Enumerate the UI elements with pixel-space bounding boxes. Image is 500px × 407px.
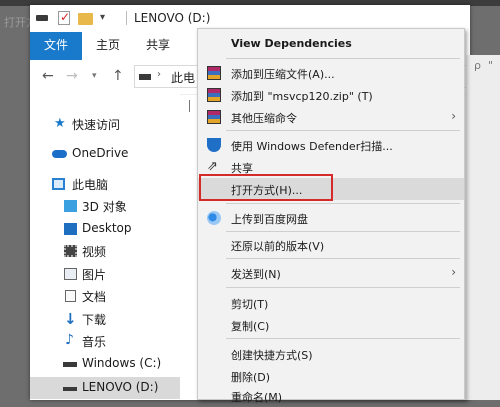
menu-item-create-shortcut[interactable]: 创建快捷方式(S) — [198, 343, 464, 365]
menu-item-send-to[interactable]: 发送到(N) › — [198, 262, 464, 284]
share-icon: ⇗ — [207, 159, 218, 174]
baidu-cloud-icon — [207, 211, 221, 225]
tab-share[interactable]: 共享 — [146, 32, 170, 60]
menu-item-other-compress[interactable]: 其他压缩命令 › — [198, 106, 464, 128]
picture-icon — [64, 268, 77, 280]
up-arrow-icon[interactable]: ↑ — [112, 68, 124, 84]
title-separator — [126, 11, 127, 25]
computer-icon — [52, 178, 65, 190]
video-icon — [64, 245, 77, 257]
quick-access-dropdown-icon[interactable]: ▾ — [100, 12, 105, 23]
nav-item-3d-objects[interactable]: 3D 对象 — [30, 195, 180, 217]
new-folder-icon[interactable] — [78, 13, 93, 25]
window-title: LENOVO (D:) — [134, 11, 211, 25]
music-icon: ♪ — [65, 332, 74, 348]
file-list-right-area: ρ " — [466, 55, 500, 400]
download-icon: ↓ — [64, 310, 77, 328]
nav-item-videos[interactable]: 视频 — [30, 240, 180, 262]
menu-item-restore-previous[interactable]: 还原以前的版本(V) — [198, 234, 464, 256]
address-drive-icon — [139, 74, 151, 80]
menu-item-upload-baidu[interactable]: 上传到百度网盘 — [198, 207, 464, 229]
back-arrow-icon[interactable]: ← — [42, 68, 54, 84]
star-icon: ★ — [54, 116, 66, 131]
navigation-pane: ★ 快速访问 OneDrive 此电脑 3D 对象 Desktop 视频 图片 — [30, 94, 180, 400]
menu-item-cut[interactable]: 剪切(T) — [198, 292, 464, 314]
nav-item-documents[interactable]: 文档 — [30, 285, 180, 307]
nav-item-quick-access[interactable]: ★ 快速访问 — [30, 113, 180, 135]
menu-separator — [226, 58, 460, 59]
menu-separator — [226, 338, 460, 339]
nav-item-this-pc[interactable]: 此电脑 — [30, 173, 180, 195]
submenu-chevron-icon: › — [451, 109, 456, 123]
context-menu: View Dependencies 添加到压缩文件(A)... 添加到 "msv… — [197, 28, 465, 404]
drive-icon — [36, 15, 48, 21]
recent-locations-chevron-icon[interactable]: ▾ — [92, 71, 97, 81]
nav-item-onedrive[interactable]: OneDrive — [30, 143, 180, 165]
nav-item-music[interactable]: ♪ 音乐 — [30, 330, 180, 352]
tab-home[interactable]: 主页 — [96, 32, 120, 60]
forward-arrow-icon[interactable]: → — [66, 68, 78, 84]
properties-check-icon[interactable]: ✓ — [58, 10, 70, 25]
menu-separator — [226, 258, 460, 259]
submenu-chevron-icon: › — [451, 265, 456, 279]
tab-file[interactable]: 文件 — [30, 32, 82, 60]
menu-separator — [226, 203, 460, 204]
peek-text-2: " — [488, 59, 494, 72]
menu-separator — [226, 130, 460, 131]
nav-item-desktop[interactable]: Desktop — [30, 218, 180, 240]
drive-c-icon — [63, 362, 77, 367]
address-path: 此电 — [171, 71, 196, 85]
menu-separator — [226, 287, 460, 288]
nav-item-pictures[interactable]: 图片 — [30, 263, 180, 285]
document-icon — [65, 290, 76, 302]
nav-item-drive-c[interactable]: Windows (C:) — [30, 353, 180, 375]
menu-item-add-to-archive[interactable]: 添加到压缩文件(A)... — [198, 62, 464, 84]
menu-item-copy[interactable]: 复制(C) — [198, 314, 464, 336]
drive-d-icon — [63, 387, 77, 391]
menu-item-delete[interactable]: 删除(D) — [198, 365, 464, 387]
winrar-icon — [207, 66, 221, 80]
nav-item-downloads[interactable]: ↓ 下载 — [30, 308, 180, 330]
peek-text-1: ρ — [474, 59, 481, 72]
winrar-icon — [207, 110, 221, 124]
cube-icon — [64, 200, 77, 212]
desktop-icon — [64, 223, 77, 235]
menu-item-add-to-zip[interactable]: 添加到 "msvcp120.zip" (T) — [198, 84, 464, 106]
nav-item-drive-d[interactable]: LENOVO (D:) — [30, 377, 180, 399]
menu-item-rename[interactable]: 重命名(M) — [198, 385, 464, 407]
breadcrumb-chevron-icon[interactable]: › — [157, 69, 161, 80]
winrar-icon — [207, 88, 221, 102]
menu-item-view-dependencies[interactable]: View Dependencies — [198, 33, 464, 55]
cloud-icon — [52, 150, 67, 158]
menu-item-defender-scan[interactable]: 使用 Windows Defender扫描... — [198, 134, 464, 156]
file-list-edge — [189, 100, 190, 112]
menu-separator — [226, 231, 460, 232]
open-with-highlight-box — [199, 174, 333, 201]
defender-shield-icon — [207, 138, 221, 152]
